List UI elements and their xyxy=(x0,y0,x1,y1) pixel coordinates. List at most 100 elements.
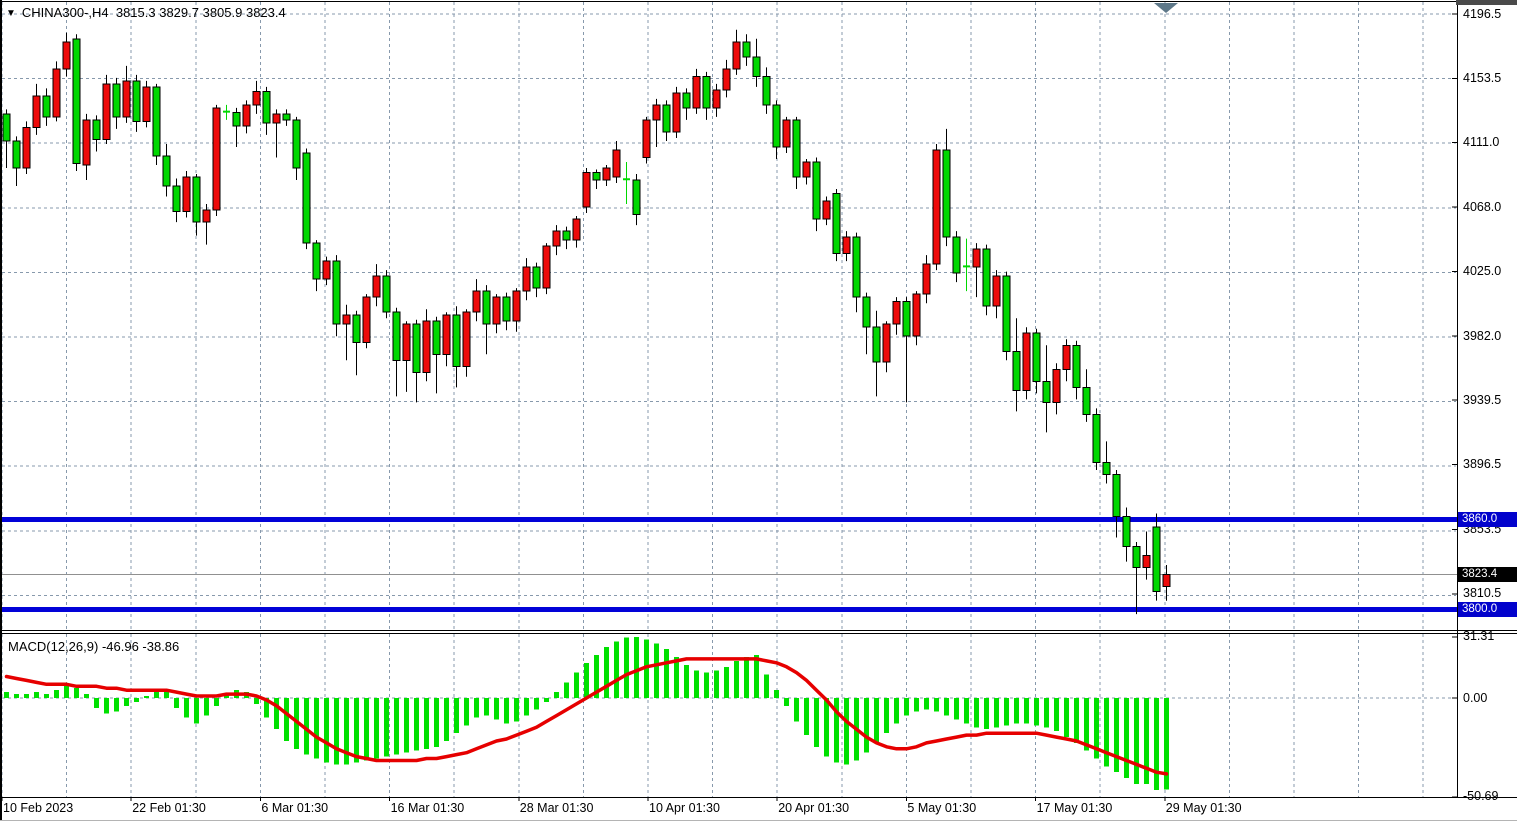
candle xyxy=(893,297,900,335)
candle xyxy=(343,305,350,361)
macd-histogram xyxy=(4,637,1169,790)
chart-title: ▼CHINA300-,H4 3815.3 3829.7 3805.9 3823.… xyxy=(6,5,286,20)
candle xyxy=(703,72,710,120)
candle xyxy=(263,87,270,135)
candle xyxy=(903,297,910,402)
price-axis-label: 3896.5 xyxy=(1463,457,1501,471)
candle xyxy=(3,109,10,168)
candle xyxy=(1133,542,1140,614)
candle xyxy=(473,279,480,321)
candle xyxy=(1143,532,1150,580)
candle xyxy=(603,165,610,186)
candle xyxy=(673,87,680,138)
candle xyxy=(1093,408,1100,470)
candle xyxy=(33,84,40,135)
candle xyxy=(573,216,580,248)
candle xyxy=(363,294,370,348)
candle xyxy=(1063,339,1070,381)
candle xyxy=(483,285,490,354)
price-axis-label: 4196.5 xyxy=(1463,7,1501,21)
candle xyxy=(763,67,770,114)
date-label: 16 Mar 01:30 xyxy=(391,801,465,815)
candle xyxy=(403,321,410,392)
candle xyxy=(1013,318,1020,411)
candle xyxy=(353,311,360,376)
candle xyxy=(373,264,380,306)
price-axis-label: 3810.5 xyxy=(1463,586,1501,600)
candle xyxy=(543,243,550,294)
candle xyxy=(733,30,740,75)
candle xyxy=(93,115,100,151)
candle xyxy=(983,245,990,316)
candle xyxy=(1123,508,1130,562)
price-line-tag-3800[interactable]: 3800.0 xyxy=(1458,602,1517,617)
date-label: 28 Mar 01:30 xyxy=(520,801,594,815)
candle xyxy=(83,114,90,180)
candle xyxy=(43,88,50,126)
candle xyxy=(633,174,640,225)
candle xyxy=(643,117,650,164)
symbol-dropdown-icon[interactable]: ▼ xyxy=(6,8,16,19)
candle xyxy=(583,168,590,213)
candle xyxy=(503,293,510,331)
chart-window: ▼CHINA300-,H4 3815.3 3829.7 3805.9 3823.… xyxy=(0,0,1517,825)
candle xyxy=(773,100,780,159)
candle xyxy=(833,189,840,261)
candle xyxy=(113,78,120,129)
candle xyxy=(333,255,340,336)
macd-values: -46.96 -38.86 xyxy=(102,639,179,654)
candle xyxy=(533,263,540,298)
candle xyxy=(253,81,260,114)
candle xyxy=(463,309,470,377)
candle xyxy=(523,258,530,300)
macd-name: MACD(12,26,9) xyxy=(8,639,98,654)
candle xyxy=(933,144,940,270)
candle xyxy=(163,144,170,197)
candle xyxy=(233,108,240,147)
candle xyxy=(293,117,300,180)
candle xyxy=(423,309,430,381)
candle xyxy=(1113,470,1120,538)
candle xyxy=(953,231,960,282)
scrollbar-cap xyxy=(1456,0,1517,5)
candle xyxy=(963,239,970,292)
candle xyxy=(793,117,800,189)
price-line-tag-3860[interactable]: 3860.0 xyxy=(1458,512,1517,527)
price-chart-svg[interactable] xyxy=(0,0,1517,825)
candle xyxy=(1043,345,1050,432)
macd-axis-label: -50.69 xyxy=(1463,789,1498,803)
candle xyxy=(623,162,630,204)
scroll-to-end-marker-icon[interactable] xyxy=(1154,3,1178,13)
candle xyxy=(23,121,30,174)
candle xyxy=(553,225,560,255)
candle xyxy=(1073,341,1080,400)
candle xyxy=(753,39,760,87)
date-label: 10 Feb 2023 xyxy=(3,801,73,815)
candle xyxy=(73,34,80,171)
candle xyxy=(173,179,180,223)
candle xyxy=(13,136,20,186)
candle xyxy=(443,312,450,366)
candle xyxy=(63,33,70,77)
candle xyxy=(883,321,890,372)
candle xyxy=(863,293,870,355)
candle xyxy=(693,69,700,114)
candle xyxy=(1083,369,1090,422)
candle xyxy=(513,288,520,332)
price-axis-label: 4111.0 xyxy=(1463,135,1499,149)
candle xyxy=(243,100,250,133)
candle xyxy=(283,109,290,126)
macd-axis-label: 31.31 xyxy=(1463,629,1494,643)
candle xyxy=(563,227,570,250)
macd-indicator-label: MACD(12,26,9) -46.96 -38.86 xyxy=(8,639,179,654)
candle xyxy=(813,157,820,231)
ohlc-readout: 3815.3 3829.7 3805.9 3823.4 xyxy=(116,5,286,20)
candle xyxy=(743,34,750,66)
date-label: 10 Apr 01:30 xyxy=(649,801,720,815)
candle xyxy=(1003,272,1010,361)
candle xyxy=(873,311,880,397)
candle xyxy=(663,100,670,141)
candle xyxy=(153,84,160,165)
candle xyxy=(323,257,330,286)
candle xyxy=(993,270,1000,318)
